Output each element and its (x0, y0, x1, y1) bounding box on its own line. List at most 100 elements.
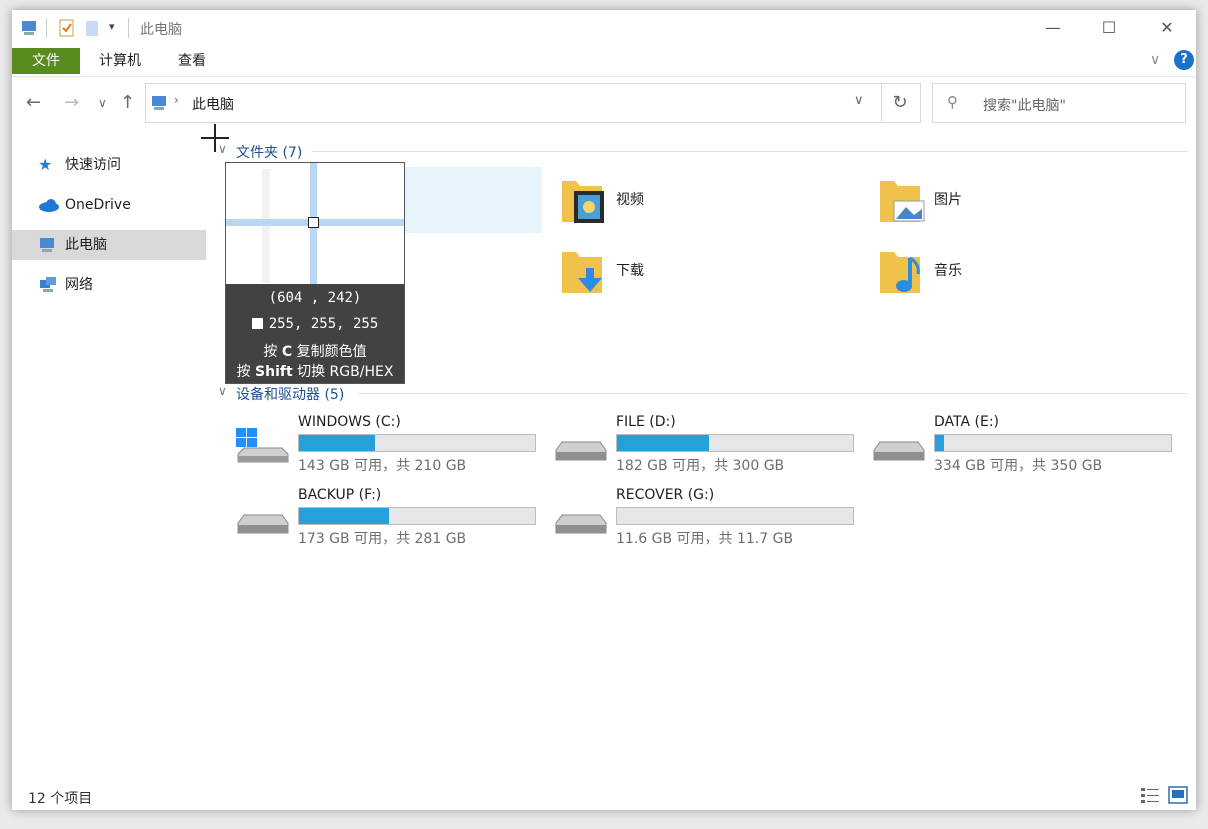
hard-drive-icon (237, 514, 289, 534)
drive-name: BACKUP (F:) (298, 487, 382, 503)
sidebar-item-network[interactable]: 网络 (12, 270, 206, 300)
folder-item-videos[interactable]: 视频 (558, 175, 858, 235)
drive-usage-fill (617, 435, 710, 451)
status-item-count: 12 个项目 (28, 791, 93, 807)
folder-name: 下载 (616, 263, 644, 279)
collapse-chevron-icon[interactable]: ∨ (218, 384, 227, 398)
sidebar-item-this-pc[interactable]: 此电脑 (12, 230, 206, 260)
refresh-icon: ↻ (892, 92, 908, 113)
music-folder-icon (880, 252, 920, 293)
magnified-pixels (262, 169, 270, 283)
color-picker-magnifier: (604 , 242) 255, 255, 255 按 C 复制颜色值 按 Sh… (225, 162, 405, 384)
folder-item-pictures[interactable]: 图片 (876, 175, 1176, 235)
computer-icon[interactable] (20, 18, 40, 38)
details-view-icon[interactable] (1140, 786, 1160, 804)
help-icon[interactable]: ? (1174, 50, 1194, 70)
folder-item-highlight[interactable] (402, 167, 542, 233)
drive-item-c[interactable]: WINDOWS (C:) 143 GB 可用，共 210 GB (236, 414, 536, 474)
properties-icon[interactable] (58, 18, 76, 38)
maximize-button[interactable]: ☐ (1080, 10, 1138, 46)
address-bar[interactable]: › 此电脑 ∨ (145, 83, 882, 123)
tab-file[interactable]: 文件 (12, 48, 80, 74)
search-placeholder[interactable]: 搜索"此电脑" (983, 95, 1066, 115)
sidebar-item-label: 网络 (65, 277, 93, 293)
sidebar-item-label: 快速访问 (65, 157, 121, 173)
refresh-button[interactable]: ↻ (880, 83, 921, 123)
chevron-right-icon[interactable]: › (174, 93, 179, 107)
folder-name: 图片 (934, 192, 962, 208)
drive-name: RECOVER (G:) (616, 487, 715, 503)
drive-usage-fill (299, 435, 375, 451)
sidebar-item-label: OneDrive (65, 197, 131, 213)
address-path[interactable]: 此电脑 (192, 94, 234, 114)
sidebar-item-quick-access[interactable]: ★ 快速访问 (12, 150, 206, 180)
drive-usage-fill (935, 435, 945, 451)
picker-rgb: 255, 255, 255 (268, 316, 379, 332)
drive-usage-bar (616, 434, 854, 452)
folder-item-downloads[interactable]: 下载 (558, 246, 858, 306)
search-icon: ⚲ (947, 93, 958, 111)
star-icon: ★ (38, 155, 53, 174)
close-button[interactable]: ✕ (1138, 10, 1196, 46)
drive-space-info: 182 GB 可用，共 300 GB (616, 458, 785, 474)
folder-name: 视频 (616, 192, 644, 208)
center-pixel (308, 217, 319, 228)
tab-computer[interactable]: 计算机 (88, 48, 152, 74)
picker-info-panel: (604 , 242) 255, 255, 255 按 C 复制颜色值 按 Sh… (226, 284, 404, 383)
recent-locations-icon[interactable]: ∨ (98, 96, 107, 110)
drive-usage-bar (616, 507, 854, 525)
group-header-folders[interactable]: 文件夹 (7) (236, 142, 302, 162)
network-icon (40, 277, 56, 292)
quick-access-dropdown-icon[interactable]: ▾ (109, 20, 115, 33)
group-header-drives[interactable]: 设备和驱动器 (5) (236, 384, 344, 404)
picker-hint-copy: 按 C 复制颜色值 (263, 344, 367, 360)
up-arrow-icon[interactable]: ↑ (120, 92, 135, 113)
drive-space-info: 11.6 GB 可用，共 11.7 GB (616, 531, 794, 547)
large-icons-view-icon[interactable] (1168, 786, 1188, 804)
ribbon-tabs: 文件 计算机 查看 ∨ ? (12, 48, 1196, 76)
video-folder-icon (562, 181, 604, 223)
drive-usage-bar (298, 507, 536, 525)
tab-view[interactable]: 查看 (164, 48, 220, 74)
cloud-icon (39, 199, 59, 212)
color-swatch (251, 318, 263, 329)
drive-item-d[interactable]: FILE (D:) 182 GB 可用，共 300 GB (554, 414, 854, 474)
divider (312, 151, 1188, 152)
search-box[interactable]: ⚲ 搜索"此电脑" (932, 83, 1186, 123)
drive-space-info: 334 GB 可用，共 350 GB (934, 458, 1103, 474)
picker-color-value: 255, 255, 255 (226, 316, 404, 332)
address-dropdown-icon[interactable]: ∨ (854, 93, 864, 108)
picker-coords: (604 , 242) (268, 290, 362, 306)
hard-drive-icon (555, 441, 607, 461)
minimize-button[interactable]: — (1024, 10, 1082, 46)
new-folder-icon[interactable] (84, 18, 100, 38)
navigation-pane: ★ 快速访问 OneDrive 此电脑 网络 (12, 130, 206, 770)
window-title: 此电脑 (140, 22, 182, 38)
windows-drive-icon (236, 428, 289, 463)
drive-name: DATA (E:) (934, 414, 1000, 430)
folder-item-music[interactable]: 音乐 (876, 246, 1176, 306)
drive-name: FILE (D:) (616, 414, 676, 430)
back-arrow-icon[interactable]: ← (26, 92, 41, 113)
drive-usage-bar (934, 434, 1172, 452)
drive-item-f[interactable]: BACKUP (F:) 173 GB 可用，共 281 GB (236, 487, 536, 547)
drive-item-e[interactable]: DATA (E:) 334 GB 可用，共 350 GB (872, 414, 1172, 474)
folder-name: 音乐 (934, 263, 962, 279)
computer-icon (152, 96, 166, 110)
pictures-folder-icon (880, 181, 925, 222)
sidebar-item-onedrive[interactable]: OneDrive (12, 190, 206, 220)
computer-icon (40, 238, 54, 252)
drive-item-g[interactable]: RECOVER (G:) 11.6 GB 可用，共 11.7 GB (554, 487, 854, 547)
downloads-folder-icon (562, 252, 602, 293)
divider (12, 76, 1196, 77)
crosshair-cursor-icon (201, 124, 229, 152)
title-bar: ▾ 此电脑 — ☐ ✕ (12, 10, 1196, 46)
drive-usage-bar (298, 434, 536, 452)
forward-arrow-icon[interactable]: → (64, 92, 79, 113)
drive-usage-fill (299, 508, 389, 524)
explorer-window: ▾ 此电脑 — ☐ ✕ 文件 计算机 查看 ∨ ? ← → ∨ ↑ › 此电脑 … (12, 10, 1196, 810)
hard-drive-icon (555, 514, 607, 534)
sidebar-item-label: 此电脑 (65, 237, 107, 253)
expand-ribbon-icon[interactable]: ∨ (1150, 52, 1160, 68)
drive-space-info: 143 GB 可用，共 210 GB (298, 458, 467, 474)
